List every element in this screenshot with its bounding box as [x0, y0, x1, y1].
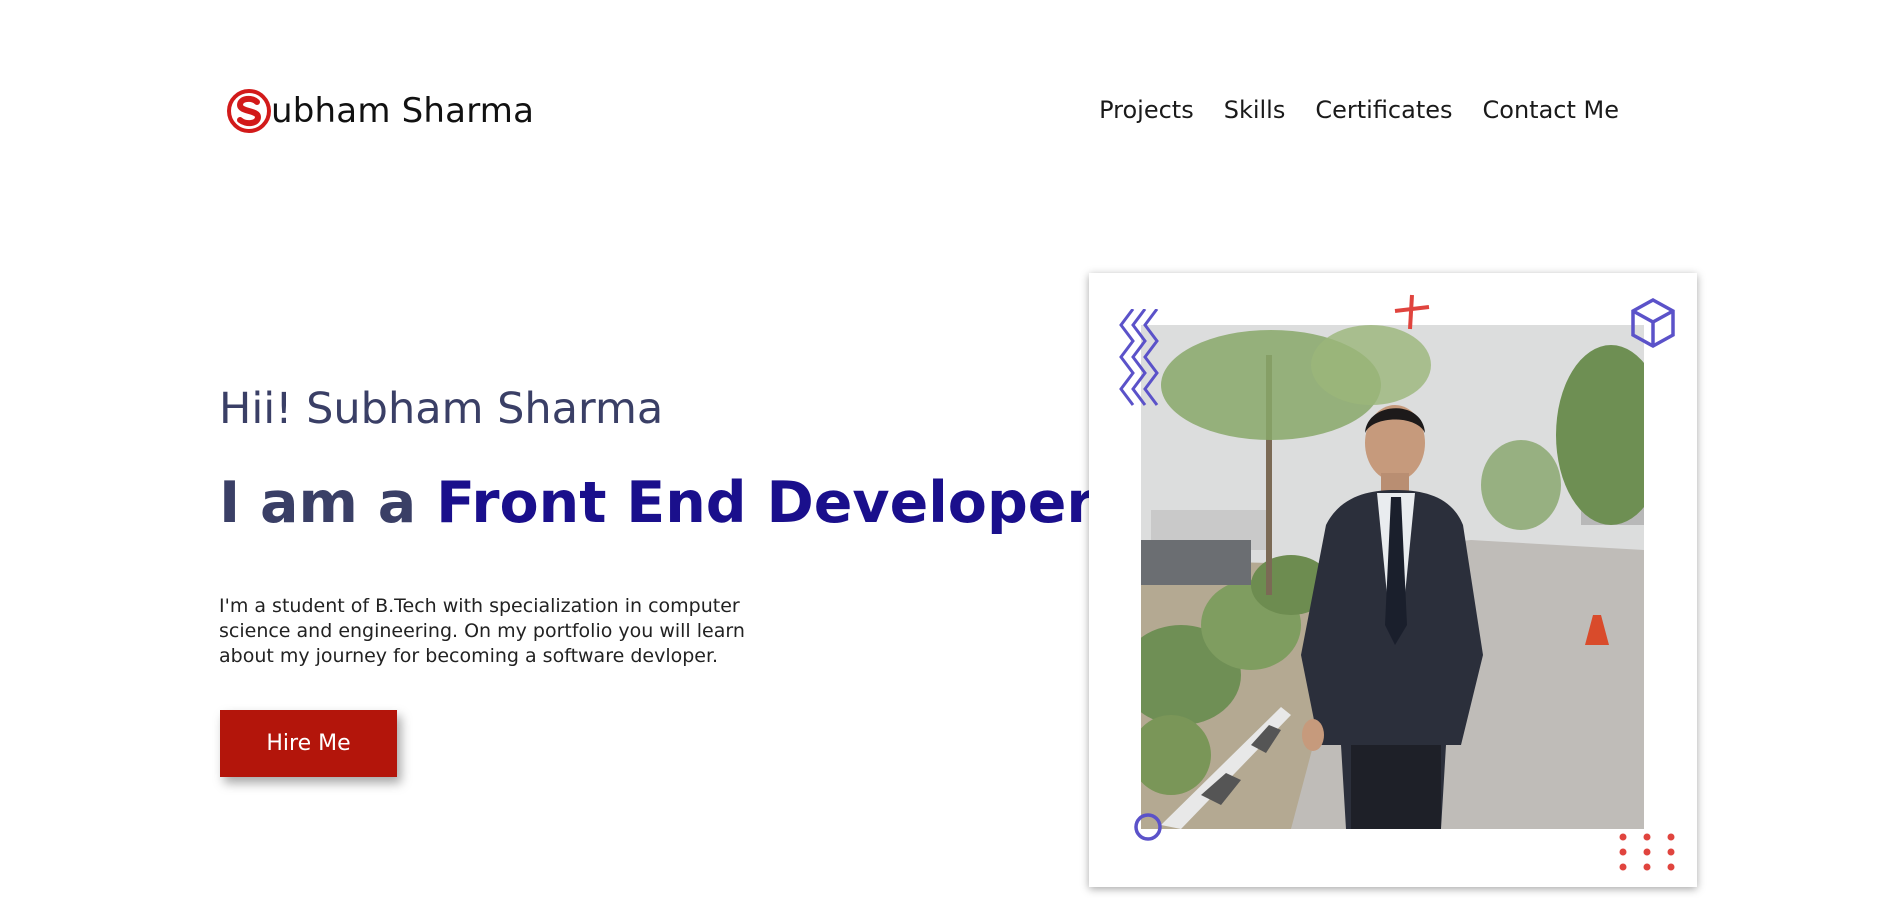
dots-grid-icon: [1619, 833, 1675, 871]
logo-text: ubham Sharma: [271, 91, 535, 131]
photo-card: [1089, 273, 1697, 887]
profile-photo: [1141, 325, 1644, 829]
cross-icon: [1394, 294, 1430, 330]
s-logo-icon: [227, 89, 271, 133]
page: ubham Sharma Projects Skills Certificate…: [0, 0, 1900, 898]
circle-icon: [1134, 813, 1162, 841]
hero-description: I'm a student of B.Tech with specializat…: [219, 595, 745, 667]
zigzag-icon: [1119, 309, 1159, 406]
headline-role: Front End Developer: [436, 470, 1095, 536]
site-logo[interactable]: ubham Sharma: [226, 88, 534, 134]
nav-certificates[interactable]: Certificates: [1315, 96, 1452, 124]
headline-prefix: I am a: [219, 470, 437, 536]
nav-projects[interactable]: Projects: [1099, 96, 1194, 124]
main-nav: Projects Skills Certificates Contact Me: [1099, 96, 1619, 124]
hire-me-button[interactable]: Hire Me: [220, 710, 397, 777]
nav-contact-me[interactable]: Contact Me: [1483, 96, 1619, 124]
nav-skills[interactable]: Skills: [1224, 96, 1286, 124]
profile-photo-illustration: [1141, 325, 1644, 829]
hero-headline: I am a Front End Developer: [219, 470, 1103, 536]
hero-greeting: Hii! Subham Sharma: [219, 384, 664, 434]
cube-icon: [1631, 298, 1675, 348]
